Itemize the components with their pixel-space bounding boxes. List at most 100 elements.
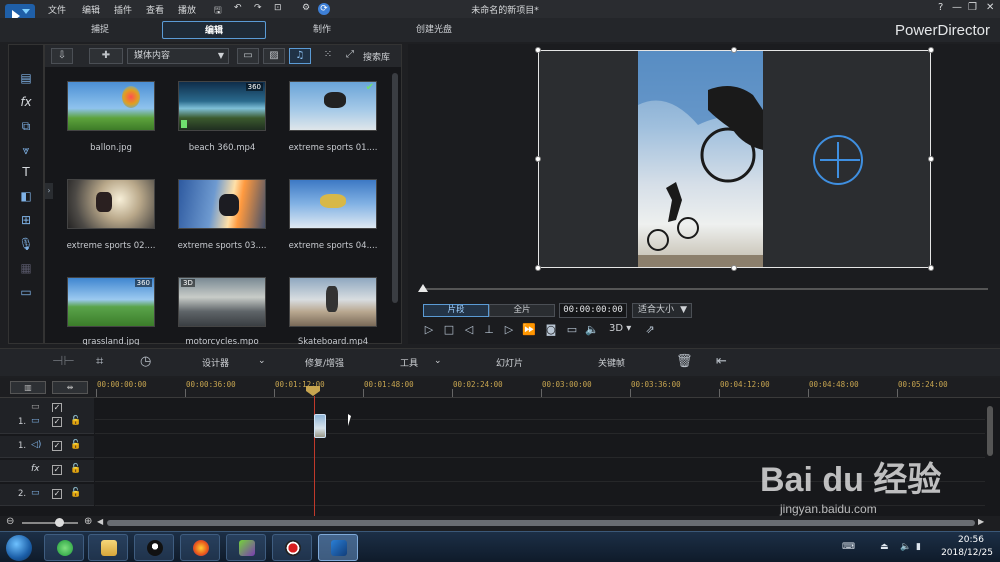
track-enable-checkbox[interactable]: ✓	[52, 441, 62, 451]
menu-play[interactable]: 播放	[178, 3, 196, 16]
trim-icon[interactable]: ⊣⊢	[52, 354, 75, 369]
chapter-room-icon[interactable]: ▦	[17, 261, 35, 277]
tab-create-disc[interactable]: 创建光盘	[392, 21, 476, 39]
media-thumb[interactable]	[289, 277, 377, 327]
subtitle-room-icon[interactable]: ▭	[17, 285, 35, 301]
crop-icon[interactable]: ⌗	[96, 354, 103, 369]
tools-menu[interactable]: 工具	[400, 356, 418, 369]
menu-plugins[interactable]: 插件	[114, 3, 132, 16]
audio-filter-icon[interactable]: ♫	[289, 48, 311, 64]
stop-icon[interactable]: □	[441, 323, 457, 337]
clock-date[interactable]: 2018/12/25	[936, 548, 998, 558]
particle-room-icon[interactable]: ⩔	[17, 143, 35, 159]
next-frame-icon[interactable]: ▷	[501, 323, 517, 337]
undo-icon[interactable]: ↶	[234, 3, 242, 13]
designer-menu[interactable]: 设计器	[202, 356, 229, 369]
fix-enhance-button[interactable]: 修复/增强	[305, 356, 344, 369]
volume-icon[interactable]: 🔈	[584, 323, 600, 337]
track-manager-icon[interactable]: ▥	[10, 381, 46, 394]
subtitle-icon[interactable]: ▭	[564, 323, 580, 337]
lock-icon[interactable]: 🔓	[70, 440, 81, 450]
split-icon[interactable]: ⊥	[481, 323, 497, 337]
resize-handle[interactable]	[731, 47, 737, 53]
preview-seekbar[interactable]	[420, 288, 988, 290]
zoom-knob[interactable]	[55, 518, 64, 527]
scroll-left-icon[interactable]: ◀	[97, 517, 103, 526]
media-thumb[interactable]: 360	[67, 277, 155, 327]
taskbar-recorder[interactable]	[272, 534, 312, 561]
aspect-ratio-icon[interactable]: ⊡	[274, 3, 282, 13]
resize-handle[interactable]	[535, 156, 541, 162]
settings-icon[interactable]: ⚙	[302, 3, 310, 13]
minimize-button[interactable]: —	[952, 2, 962, 13]
media-thumb[interactable]: 3D	[178, 277, 266, 327]
expand-view-icon[interactable]: ⤢	[339, 48, 361, 64]
undock-preview-icon[interactable]: ⇗	[642, 323, 658, 337]
track-enable-checkbox[interactable]: ✓	[52, 417, 62, 427]
transition-room-icon[interactable]: ◧	[17, 189, 35, 205]
redo-icon[interactable]: ↷	[254, 3, 262, 13]
import-media-icon[interactable]: ⇩	[51, 48, 73, 64]
volume-tray-icon[interactable]: 🔈	[900, 542, 911, 552]
keyboard-icon[interactable]: ⌨	[842, 542, 855, 552]
resize-handle[interactable]	[928, 47, 934, 53]
lock-icon[interactable]: 🔓	[70, 416, 81, 426]
save-icon[interactable]: 🖫	[214, 3, 222, 19]
tab-capture[interactable]: 捕捉	[60, 21, 140, 39]
timeline-clip[interactable]	[314, 414, 326, 438]
resize-handle[interactable]	[928, 156, 934, 162]
fit-size-dropdown[interactable]: 适合大小 ▼	[632, 303, 692, 318]
restore-button[interactable]: ❐	[968, 2, 977, 13]
resize-handle[interactable]	[731, 265, 737, 271]
voiceover-room-icon[interactable]: 🎙	[17, 237, 35, 253]
taskbar-powerdirector[interactable]	[318, 534, 358, 561]
menu-view[interactable]: 查看	[146, 3, 164, 16]
track-row[interactable]	[95, 412, 985, 434]
resize-handle[interactable]	[535, 47, 541, 53]
slideshow-button[interactable]: 幻灯片	[496, 356, 523, 369]
fast-forward-icon[interactable]: ⏩	[521, 323, 537, 337]
keyframe-button[interactable]: 关键帧	[598, 356, 625, 369]
start-button[interactable]	[6, 535, 32, 561]
library-expand-icon[interactable]: ›	[45, 183, 53, 199]
menu-edit[interactable]: 编辑	[82, 3, 100, 16]
track-enable-checkbox[interactable]: ✓	[52, 465, 62, 475]
clip-mode-tab[interactable]: 片段	[423, 304, 489, 317]
taskbar-firefox[interactable]	[180, 534, 220, 561]
chevron-down-icon[interactable]: ⌄	[258, 356, 266, 366]
zoom-slider[interactable]	[22, 522, 78, 524]
preview-canvas[interactable]	[535, 47, 934, 271]
close-button[interactable]: ✕	[986, 2, 994, 13]
video-filter-icon[interactable]: ▭	[237, 48, 259, 64]
plugin-icon[interactable]: ✚	[89, 48, 123, 64]
resize-handle[interactable]	[928, 265, 934, 271]
play-icon[interactable]: ▷	[421, 323, 437, 337]
snapshot-icon[interactable]: ◙	[543, 323, 559, 337]
track-enable-checkbox[interactable]: ✓	[52, 489, 62, 499]
media-room-icon[interactable]: ▤	[17, 71, 35, 87]
network-icon[interactable]: ▮	[916, 542, 921, 552]
previous-frame-icon[interactable]: ◁	[461, 323, 477, 337]
selection-frame[interactable]	[538, 50, 931, 268]
menu-file[interactable]: 文件	[48, 3, 66, 16]
media-thumb[interactable]	[178, 179, 266, 229]
taskbar-app[interactable]	[226, 534, 266, 561]
media-thumb[interactable]: 360	[178, 81, 266, 131]
library-filter-dropdown[interactable]: 媒体内容 ▼	[127, 48, 229, 64]
effects-room-icon[interactable]: fx	[17, 95, 35, 111]
image-filter-icon[interactable]: ▨	[263, 48, 285, 64]
timeline-vertical-scrollbar[interactable]	[987, 406, 993, 456]
resize-handle[interactable]	[535, 265, 541, 271]
clock-icon[interactable]: ◷	[140, 354, 151, 369]
lock-icon[interactable]: 🔓	[70, 488, 81, 498]
clock-time[interactable]: 20:56	[946, 535, 996, 545]
grid-view-icon[interactable]: ⁙	[317, 48, 339, 64]
library-scrollbar[interactable]	[392, 73, 398, 303]
3d-mode-dropdown[interactable]: 3D ▾	[609, 323, 631, 334]
media-thumb[interactable]: ✔	[289, 81, 377, 131]
tab-edit[interactable]: 编辑	[162, 21, 266, 39]
zoom-in-icon[interactable]: ⊕	[84, 516, 92, 527]
media-thumb[interactable]	[289, 179, 377, 229]
timeline-ruler[interactable]: ▥ ⇹ 00:00:00:00 00:00:36:00 00:01:12:00 …	[0, 378, 1000, 398]
media-thumb[interactable]	[67, 179, 155, 229]
